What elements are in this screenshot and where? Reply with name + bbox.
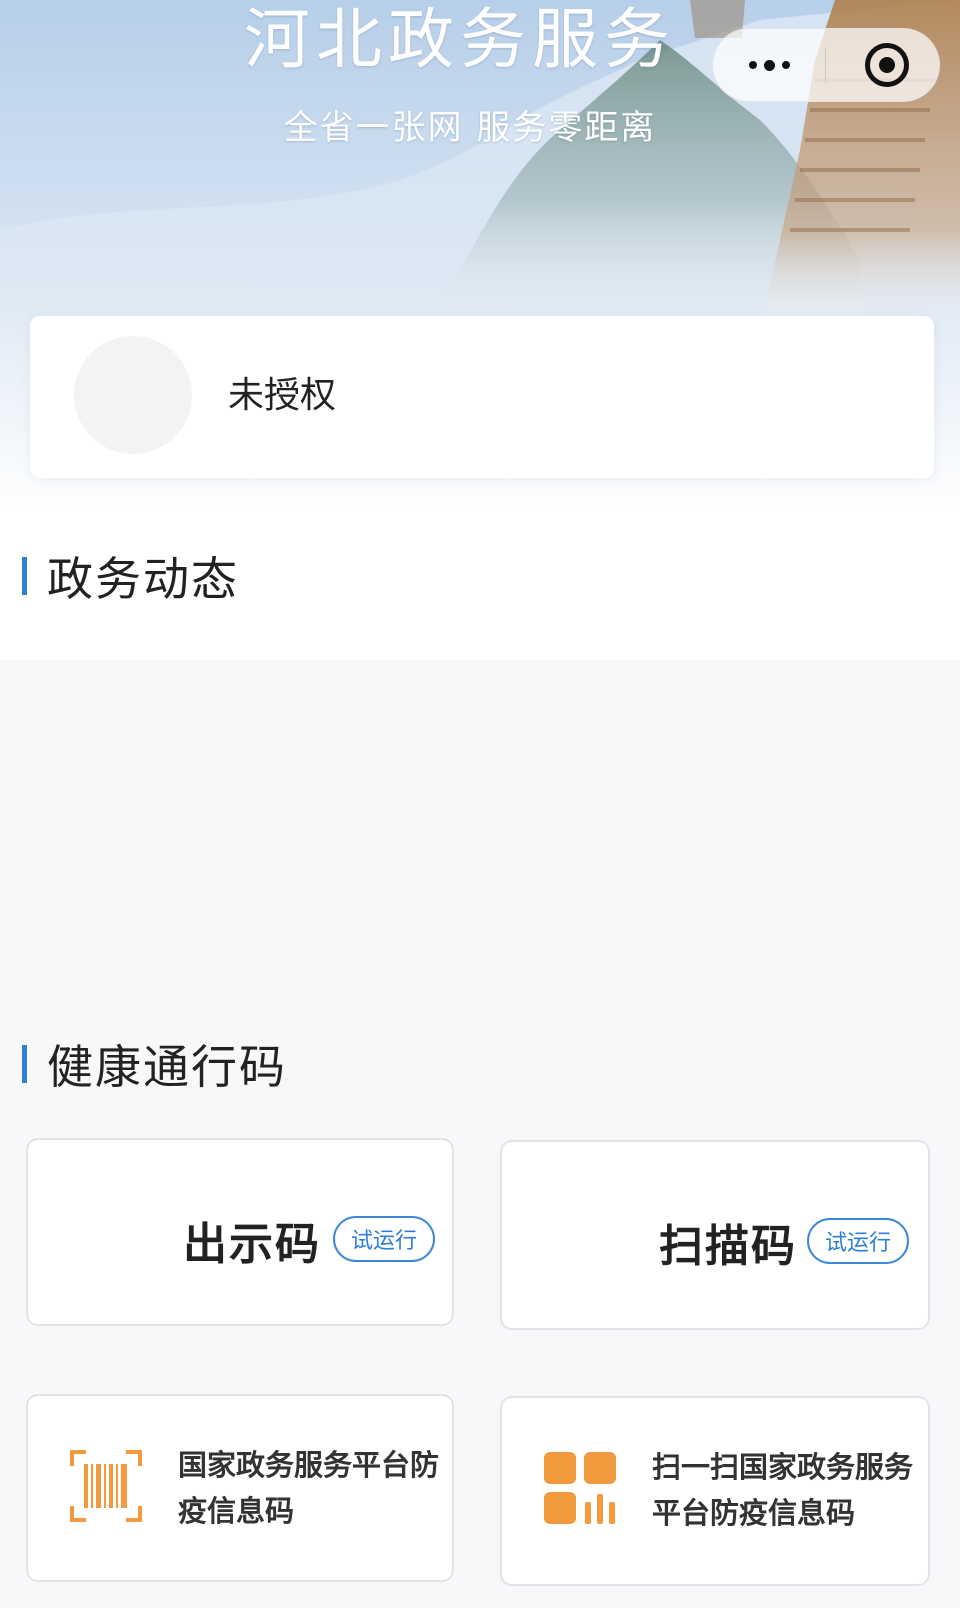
news-title-text: 政务动态 [47, 552, 239, 606]
national-code-card[interactable]: 国家政务服务平台防疫信息码 [26, 1394, 454, 1582]
more-dots-icon[interactable] [713, 29, 825, 101]
user-card[interactable]: 未授权 [30, 316, 934, 478]
health-section-title: 健康通行码 [22, 1034, 287, 1094]
target-close-icon[interactable] [865, 43, 909, 87]
trial-badge: 试运行 [333, 1216, 435, 1262]
mini-program-capsule [712, 28, 940, 102]
trial-badge: 试运行 [807, 1218, 909, 1264]
section-accent-bar [22, 1045, 27, 1083]
news-section-title: 政务动态 [22, 546, 239, 606]
section-accent-bar [22, 557, 27, 595]
barcode-icon [70, 1450, 142, 1522]
user-name: 未授权 [228, 375, 337, 416]
scan-national-code-label: 扫一扫国家政务服务平台防疫信息码 [652, 1450, 914, 1530]
show-code-card[interactable]: 出示码 试运行 [26, 1138, 454, 1326]
scan-national-code-card[interactable]: 扫一扫国家政务服务平台防疫信息码 [500, 1396, 930, 1586]
scan-code-label: 扫描码 [659, 1221, 797, 1272]
show-code-label: 出示码 [183, 1219, 321, 1270]
capsule-divider [825, 47, 826, 83]
qr-grid-icon [544, 1452, 616, 1524]
scan-code-card[interactable]: 扫描码 试运行 [500, 1140, 930, 1330]
avatar [74, 336, 192, 454]
health-title-text: 健康通行码 [47, 1040, 287, 1094]
app-slogan: 全省一张网 服务零距离 [283, 108, 657, 148]
national-code-label: 国家政务服务平台防疫信息码 [178, 1448, 440, 1528]
